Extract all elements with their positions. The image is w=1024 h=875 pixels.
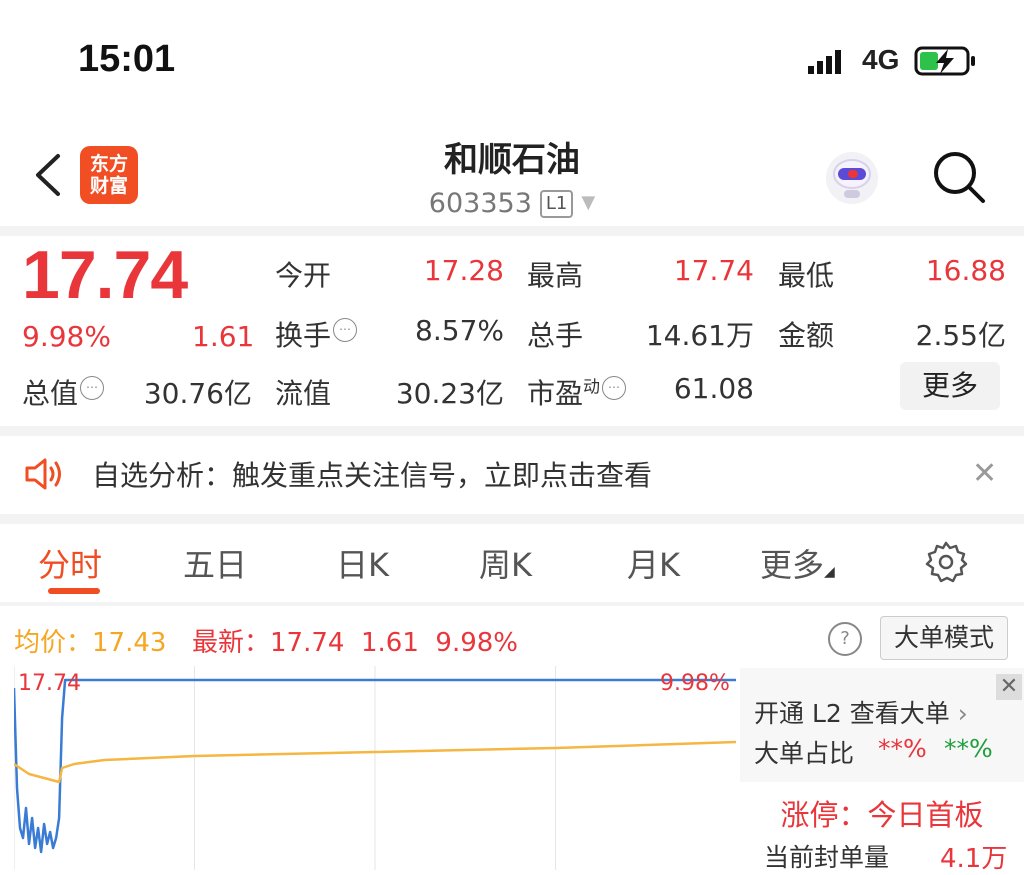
avg-price-value: 17.43	[92, 628, 167, 658]
intraday-chart[interactable]	[14, 666, 736, 870]
divider	[0, 426, 1024, 436]
status-time: 15:01	[78, 38, 176, 80]
stock-code: 603353	[428, 188, 532, 219]
chart-high-pct-label: 9.98%	[660, 671, 730, 696]
pe-label[interactable]: 市盈动 ⋯	[527, 372, 627, 412]
float-mv-label: 流值	[275, 377, 332, 410]
divider	[0, 602, 1024, 606]
battery-charging-icon	[914, 46, 975, 76]
chevron-down-icon: ▼	[581, 192, 596, 213]
latest-price: 最新：17.74 1.61 9.98%	[192, 622, 518, 659]
active-tab-underline	[48, 588, 100, 594]
turnover-label-text: 换手	[275, 319, 332, 352]
chevron-right-icon: ›	[957, 699, 968, 728]
pe-value: 61.08	[673, 372, 754, 405]
tab-monthly-k[interactable]: 月K	[627, 540, 680, 586]
divider	[0, 226, 1024, 236]
amount-value: 2.55亿	[915, 319, 1006, 352]
tab-five-day[interactable]: 五日	[183, 540, 247, 586]
ratio-buy-masked: **%	[878, 734, 927, 763]
info-icon[interactable]: ⋯	[602, 376, 627, 400]
total-mv-value: 30.76亿	[143, 377, 252, 410]
tab-intraday[interactable]: 分时	[38, 540, 102, 586]
amount-label: 金额	[778, 319, 835, 352]
latest-label: 最新：	[192, 628, 271, 658]
volume-label: 总手	[527, 319, 584, 352]
total-mv-label-text: 总值	[22, 377, 79, 410]
signal-icon	[808, 50, 841, 74]
open-l2-text: 开通 L2 查看大单	[754, 699, 950, 728]
pe-dynamic-mark: 动	[583, 377, 601, 398]
chart-high-label: 17.74	[18, 671, 81, 696]
big-order-mode-button[interactable]: 大单模式	[880, 616, 1008, 660]
high-value: 17.74	[673, 254, 754, 287]
open-l2-link[interactable]: 开通 L2 查看大单 ›	[754, 694, 968, 730]
info-icon[interactable]: ⋯	[80, 376, 105, 400]
float-mv-value: 30.23亿	[395, 377, 504, 410]
low-value: 16.88	[925, 254, 1006, 287]
divider	[0, 514, 1024, 524]
pe-label-text: 市盈	[527, 377, 584, 410]
tab-daily-k[interactable]: 日K	[336, 540, 389, 586]
tab-weekly-k[interactable]: 周K	[479, 540, 532, 586]
open-label: 今开	[275, 259, 332, 292]
gear-icon[interactable]	[924, 540, 968, 584]
tab-more[interactable]: 更多◢	[760, 540, 835, 586]
ratio-sell-masked: **%	[944, 734, 993, 763]
chart-grid	[14, 666, 556, 870]
tab-more-label: 更多	[760, 546, 825, 584]
current-price: 17.74	[22, 237, 188, 313]
latest-change: 1.61	[360, 628, 419, 658]
high-label: 最高	[527, 259, 584, 292]
avg-price-label: 均价：	[14, 628, 93, 658]
close-icon[interactable]: ✕	[972, 456, 997, 491]
more-fields-button[interactable]: 更多	[900, 362, 1000, 410]
speaker-icon	[25, 458, 61, 490]
robot-icon[interactable]	[824, 150, 880, 206]
search-icon[interactable]	[930, 148, 988, 206]
seal-volume-label: 当前封单量	[764, 843, 890, 872]
level-badge: L1	[539, 190, 574, 218]
notice-text[interactable]: 自选分析：触发重点关注信号，立即点击查看	[92, 454, 652, 494]
avg-price: 均价：17.43	[14, 622, 166, 659]
volume-value: 14.61万	[645, 319, 754, 352]
help-icon[interactable]: ?	[828, 622, 862, 656]
turnover-label[interactable]: 换手 ⋯	[275, 314, 358, 354]
limit-up-status: 涨停：今日首板	[780, 798, 984, 832]
info-icon[interactable]: ⋯	[333, 318, 358, 342]
corner-triangle-icon: ◢	[824, 564, 835, 580]
close-icon[interactable]: ✕	[996, 674, 1022, 700]
turnover-value: 8.57%	[415, 314, 504, 347]
low-label: 最低	[778, 259, 835, 292]
latest-pct: 9.98%	[435, 628, 519, 658]
total-mv-label[interactable]: 总值 ⋯	[22, 372, 105, 412]
open-value: 17.28	[423, 254, 504, 287]
seal-volume-value: 4.1万	[940, 844, 1008, 874]
change-amount: 1.61	[192, 320, 255, 353]
latest-value: 17.74	[270, 628, 345, 658]
network-type: 4G	[862, 44, 900, 75]
big-order-ratio-label: 大单占比	[754, 739, 855, 768]
change-percent: 9.98%	[22, 320, 111, 353]
